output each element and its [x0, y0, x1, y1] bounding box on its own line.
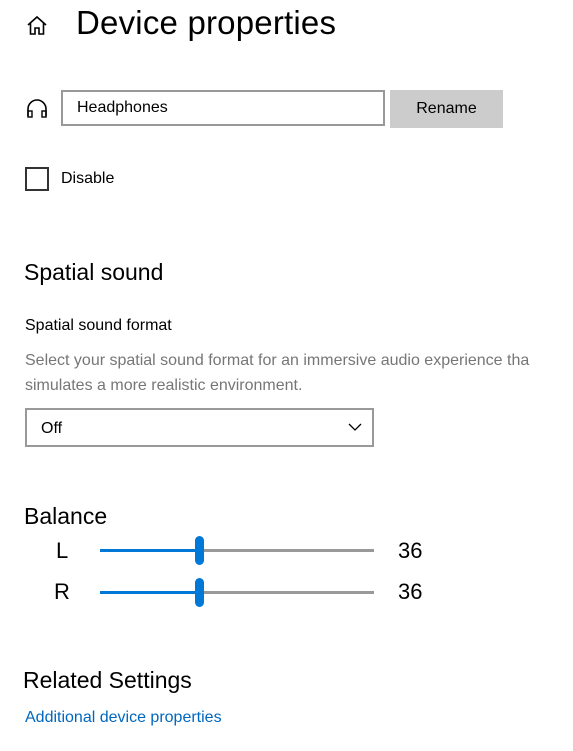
spatial-format-label: Spatial sound format — [25, 317, 172, 334]
slider-thumb[interactable] — [194, 578, 204, 607]
selected-value: Off — [41, 420, 63, 437]
disable-checkbox[interactable] — [25, 167, 49, 191]
right-balance-slider[interactable] — [100, 578, 374, 607]
rename-button[interactable]: Rename — [390, 90, 503, 128]
left-balance-slider[interactable] — [100, 536, 374, 565]
device-name-input[interactable] — [61, 90, 385, 126]
left-balance-value: 36 — [398, 538, 423, 563]
channel-label-right: R — [54, 579, 70, 604]
headphones-icon — [27, 99, 47, 118]
chevron-down-icon — [348, 423, 362, 431]
slider-thumb[interactable] — [194, 536, 204, 565]
right-balance-value: 36 — [398, 579, 423, 604]
page-title: Device properties — [76, 4, 337, 41]
description-line: simulates a more realistic environment. — [25, 377, 303, 394]
disable-label: Disable — [61, 170, 115, 187]
balance-heading: Balance — [24, 503, 108, 529]
slider-fill — [100, 549, 199, 552]
home-icon[interactable] — [25, 14, 49, 38]
spatial-description: Select your spatial sound format for an … — [25, 348, 573, 398]
spatial-format-dropdown[interactable]: Off — [25, 408, 374, 447]
related-settings-heading: Related Settings — [23, 667, 192, 693]
description-line: Select your spatial sound format for an … — [25, 352, 530, 369]
slider-fill — [100, 591, 199, 594]
channel-label-left: L — [56, 538, 69, 563]
additional-device-properties-link[interactable]: Additional device properties — [25, 709, 222, 727]
spatial-sound-heading: Spatial sound — [24, 259, 164, 285]
